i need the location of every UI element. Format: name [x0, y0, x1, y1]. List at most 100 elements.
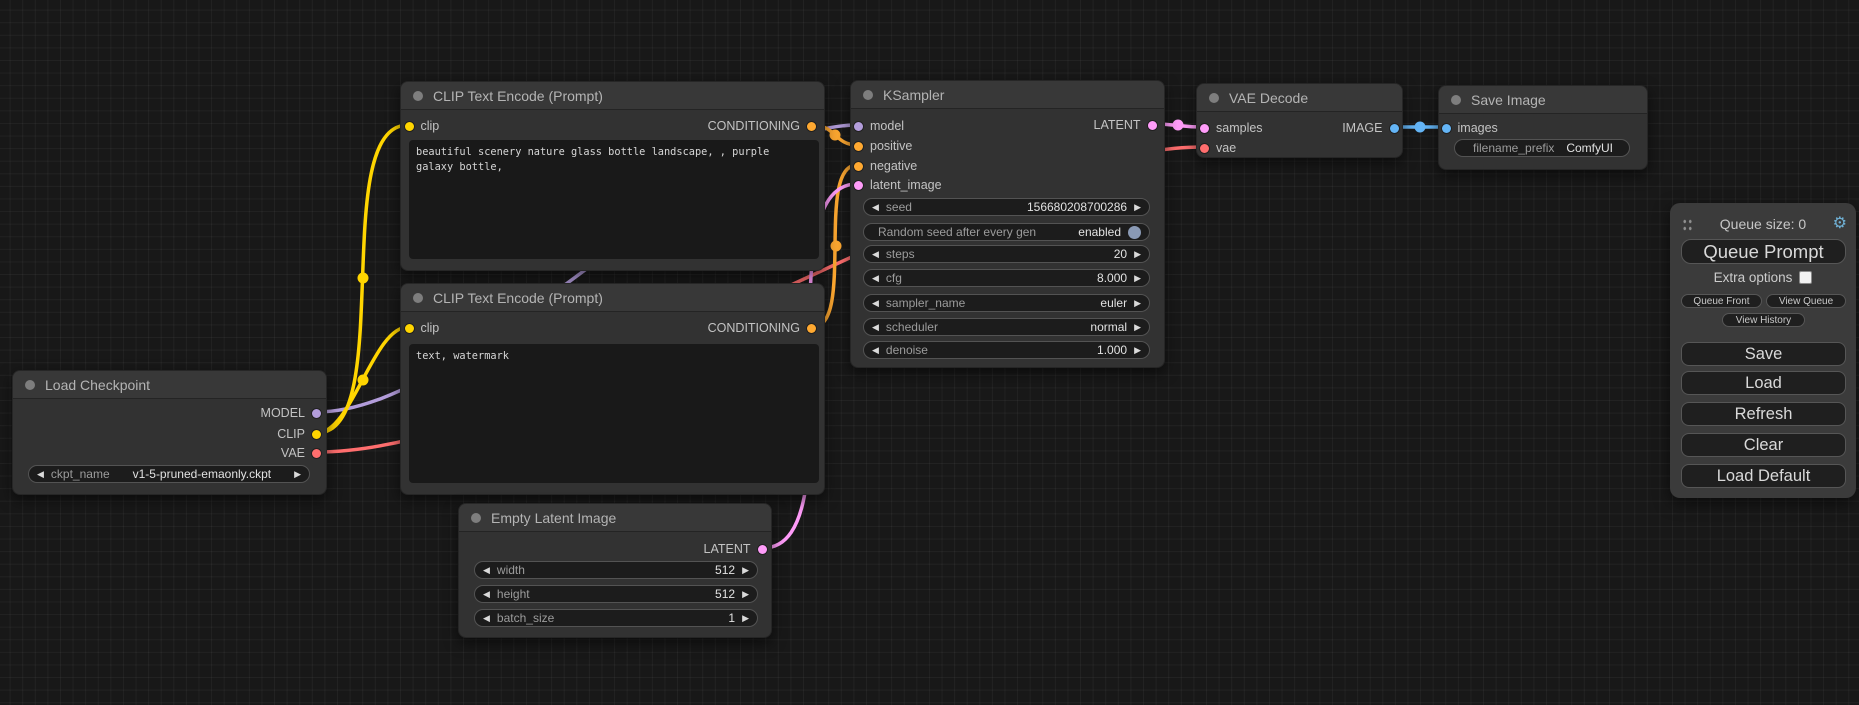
decrement-arrow-icon[interactable]: ◀ [37, 470, 44, 479]
clear-button[interactable]: Clear [1681, 433, 1846, 457]
decrement-arrow-icon[interactable]: ◀ [872, 323, 879, 332]
node-ksampler[interactable]: KSampler model positive negative latent_… [850, 80, 1165, 368]
decrement-arrow-icon[interactable]: ◀ [872, 346, 879, 355]
input-port-model[interactable]: model [854, 117, 904, 135]
input-port-latent-image[interactable]: latent_image [854, 176, 942, 194]
node-empty-latent-image[interactable]: Empty Latent Image LATENT ◀ width 512 ▶ … [458, 503, 772, 638]
widget-seed[interactable]: ◀ seed 156680208700286 ▶ [863, 198, 1150, 216]
increment-arrow-icon[interactable]: ▶ [1134, 274, 1141, 283]
increment-arrow-icon[interactable]: ▶ [294, 470, 301, 479]
increment-arrow-icon[interactable]: ▶ [1134, 203, 1141, 212]
widget-random-seed-toggle[interactable]: Random seed after every gen enabled [863, 223, 1150, 241]
port-dot[interactable] [1200, 144, 1209, 153]
increment-arrow-icon[interactable]: ▶ [1134, 299, 1141, 308]
node-clip-text-encode-1[interactable]: CLIP Text Encode (Prompt) clip CONDITION… [400, 81, 825, 271]
refresh-button[interactable]: Refresh [1681, 402, 1846, 426]
view-queue-button[interactable]: View Queue [1766, 294, 1846, 308]
prompt-textarea[interactable]: beautiful scenery nature glass bottle la… [409, 140, 819, 259]
output-port-latent[interactable]: LATENT [704, 540, 767, 558]
decrement-arrow-icon[interactable]: ◀ [872, 203, 879, 212]
port-dot[interactable] [758, 545, 767, 554]
port-dot[interactable] [854, 122, 863, 131]
decrement-arrow-icon[interactable]: ◀ [483, 614, 490, 623]
increment-arrow-icon[interactable]: ▶ [742, 590, 749, 599]
node-title-bar[interactable]: Empty Latent Image [459, 504, 771, 532]
node-title-bar[interactable]: Save Image [1439, 86, 1647, 114]
collapse-dot-icon[interactable] [471, 513, 481, 523]
port-dot[interactable] [1200, 124, 1209, 133]
widget-height[interactable]: ◀ height 512 ▶ [474, 585, 758, 603]
widget-batch-size[interactable]: ◀ batch_size 1 ▶ [474, 609, 758, 627]
port-dot[interactable] [312, 430, 321, 439]
port-dot[interactable] [854, 142, 863, 151]
widget-sampler-name[interactable]: ◀ sampler_name euler ▶ [863, 294, 1150, 312]
node-title-bar[interactable]: VAE Decode [1197, 84, 1402, 112]
port-dot[interactable] [405, 324, 414, 333]
view-history-button[interactable]: View History [1722, 313, 1805, 327]
node-title-bar[interactable]: KSampler [851, 81, 1164, 109]
decrement-arrow-icon[interactable]: ◀ [872, 250, 879, 259]
decrement-arrow-icon[interactable]: ◀ [872, 274, 879, 283]
extra-options-checkbox[interactable] [1799, 271, 1812, 284]
port-dot[interactable] [807, 122, 816, 131]
widget-denoise[interactable]: ◀ denoise 1.000 ▶ [863, 341, 1150, 359]
output-port-image[interactable]: IMAGE [1342, 119, 1398, 137]
port-dot[interactable] [312, 409, 321, 418]
port-dot[interactable] [1442, 124, 1451, 133]
node-vae-decode[interactable]: VAE Decode samples vae IMAGE [1196, 83, 1403, 158]
decrement-arrow-icon[interactable]: ◀ [483, 590, 490, 599]
node-clip-text-encode-2[interactable]: CLIP Text Encode (Prompt) clip CONDITION… [400, 283, 825, 495]
widget-steps[interactable]: ◀ steps 20 ▶ [863, 245, 1150, 263]
output-port-vae[interactable]: VAE [281, 444, 321, 462]
widget-filename-prefix[interactable]: filename_prefix ComfyUI [1454, 139, 1630, 157]
increment-arrow-icon[interactable]: ▶ [742, 566, 749, 575]
node-load-checkpoint[interactable]: Load Checkpoint MODEL CLIP VAE ◀ ckpt_na… [12, 370, 327, 495]
node-title-bar[interactable]: Load Checkpoint [13, 371, 326, 399]
collapse-dot-icon[interactable] [1209, 93, 1219, 103]
widget-cfg[interactable]: ◀ cfg 8.000 ▶ [863, 269, 1150, 287]
widget-scheduler[interactable]: ◀ scheduler normal ▶ [863, 318, 1150, 336]
increment-arrow-icon[interactable]: ▶ [742, 614, 749, 623]
collapse-dot-icon[interactable] [413, 91, 423, 101]
widget-width[interactable]: ◀ width 512 ▶ [474, 561, 758, 579]
decrement-arrow-icon[interactable]: ◀ [872, 299, 879, 308]
input-port-images[interactable]: images [1442, 119, 1498, 137]
input-port-clip[interactable]: clip [405, 319, 440, 337]
increment-arrow-icon[interactable]: ▶ [1134, 250, 1141, 259]
input-port-samples[interactable]: samples [1200, 119, 1263, 137]
input-port-positive[interactable]: positive [854, 137, 912, 155]
port-dot[interactable] [1148, 121, 1157, 130]
output-port-conditioning[interactable]: CONDITIONING [708, 319, 816, 337]
port-dot[interactable] [854, 181, 863, 190]
port-dot[interactable] [312, 449, 321, 458]
save-button[interactable]: Save [1681, 342, 1846, 366]
port-dot[interactable] [405, 122, 414, 131]
collapse-dot-icon[interactable] [1451, 95, 1461, 105]
collapse-dot-icon[interactable] [863, 90, 873, 100]
node-title-bar[interactable]: CLIP Text Encode (Prompt) [401, 82, 824, 110]
node-title-bar[interactable]: CLIP Text Encode (Prompt) [401, 284, 824, 312]
input-port-vae[interactable]: vae [1200, 139, 1236, 157]
collapse-dot-icon[interactable] [413, 293, 423, 303]
output-port-latent[interactable]: LATENT [1094, 116, 1157, 134]
load-default-button[interactable]: Load Default [1681, 464, 1846, 488]
collapse-dot-icon[interactable] [25, 380, 35, 390]
output-port-clip[interactable]: CLIP [277, 425, 321, 443]
output-port-conditioning[interactable]: CONDITIONING [708, 117, 816, 135]
input-port-clip[interactable]: clip [405, 117, 440, 135]
port-dot[interactable] [854, 162, 863, 171]
toggle-knob-icon[interactable] [1128, 226, 1141, 239]
drag-handle-icon[interactable] [1682, 218, 1693, 232]
queue-front-button[interactable]: Queue Front [1681, 294, 1762, 308]
increment-arrow-icon[interactable]: ▶ [1134, 346, 1141, 355]
node-save-image[interactable]: Save Image images filename_prefix ComfyU… [1438, 85, 1648, 170]
node-canvas[interactable]: { "colors": { "model": "#B39DDB", "clip"… [0, 0, 1859, 705]
increment-arrow-icon[interactable]: ▶ [1134, 323, 1141, 332]
settings-gear-icon[interactable]: ⚙ [1833, 215, 1847, 233]
input-port-negative[interactable]: negative [854, 157, 917, 175]
queue-prompt-button[interactable]: Queue Prompt [1681, 239, 1846, 264]
output-port-model[interactable]: MODEL [261, 404, 321, 422]
widget-ckpt-name[interactable]: ◀ ckpt_name v1-5-pruned-emaonly.ckpt ▶ [28, 465, 310, 483]
port-dot[interactable] [807, 324, 816, 333]
decrement-arrow-icon[interactable]: ◀ [483, 566, 490, 575]
